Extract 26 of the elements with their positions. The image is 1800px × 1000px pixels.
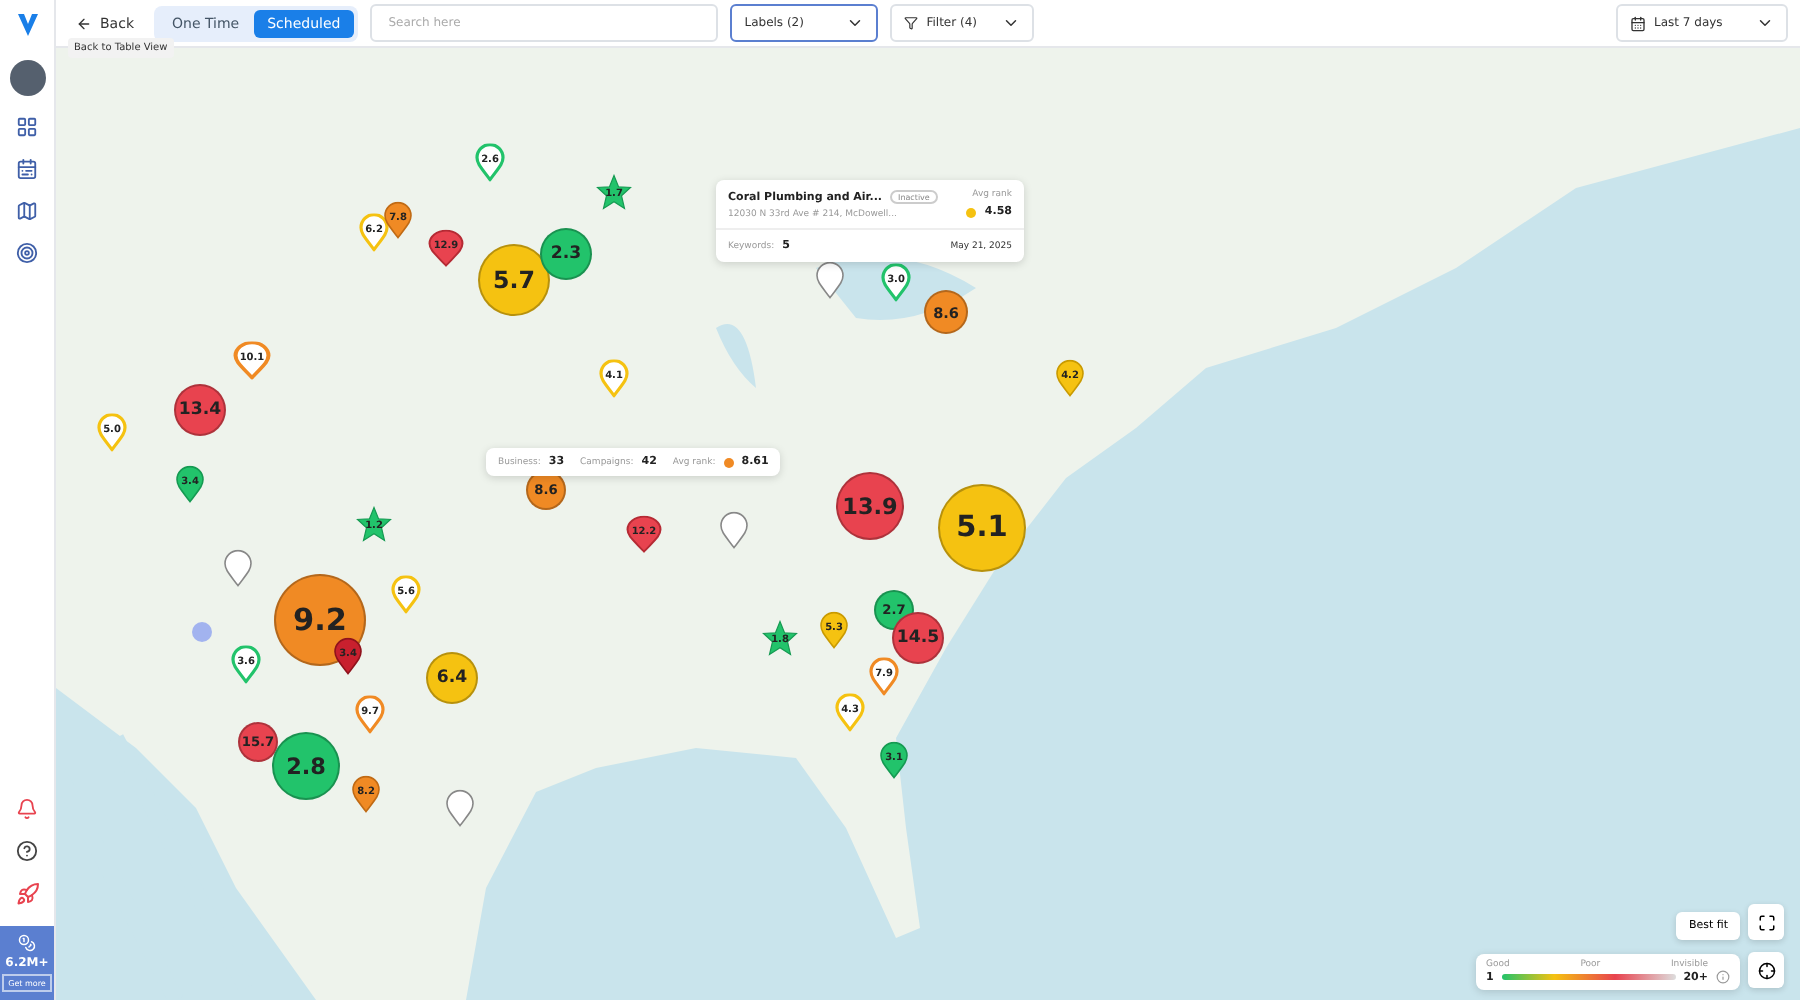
locate-button[interactable]	[1748, 952, 1784, 988]
rank-dot	[723, 457, 734, 467]
avatar[interactable]	[9, 60, 45, 96]
map-pin[interactable]	[719, 511, 749, 550]
map-pin[interactable]	[815, 261, 845, 300]
map-pin[interactable]	[223, 549, 253, 588]
calendar-icon[interactable]	[16, 158, 38, 180]
map-pin[interactable]	[445, 789, 475, 828]
coins-icon	[18, 934, 36, 952]
chevron-down-icon	[1002, 14, 1021, 32]
fullscreen-icon	[1757, 913, 1775, 931]
chevron-down-icon	[1756, 14, 1774, 32]
help-icon[interactable]	[16, 840, 38, 862]
crosshair-icon	[1757, 961, 1775, 979]
rocket-icon[interactable]	[15, 882, 39, 906]
apps-icon[interactable]	[16, 116, 38, 138]
info-icon[interactable]	[1716, 970, 1730, 984]
map-icon[interactable]	[16, 200, 38, 222]
rank-dot	[966, 207, 977, 217]
fullscreen-button[interactable]	[1748, 904, 1784, 940]
chevron-down-icon	[846, 14, 865, 32]
target-icon[interactable]	[16, 242, 38, 264]
filter-icon	[904, 16, 919, 30]
arrow-left-icon	[76, 15, 92, 31]
bell-icon[interactable]	[16, 798, 38, 820]
calendar-icon	[1630, 15, 1646, 31]
